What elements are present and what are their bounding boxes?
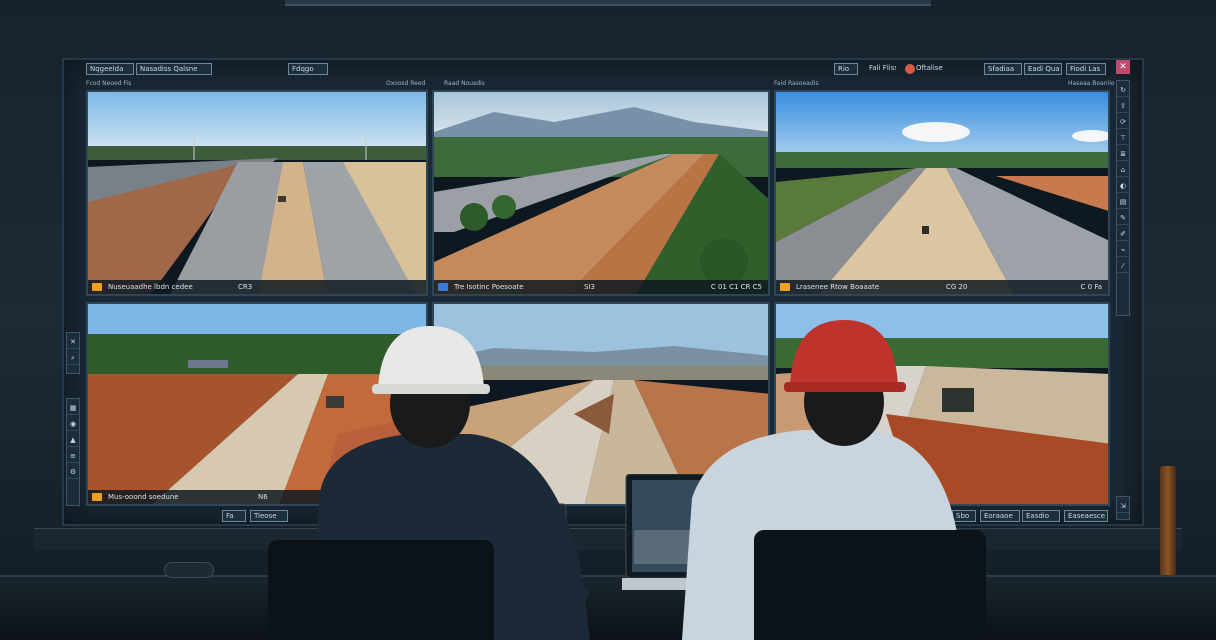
feed-title: Tre Isotinc Poesoate: [454, 283, 524, 291]
bottom-button[interactable]: Eoraaoe: [980, 510, 1020, 522]
camera-icon: [92, 283, 102, 291]
video-wall-toolbar: Nqgeelda Nasadiss Qalsne Fdqgo Rio Fali …: [84, 60, 1114, 78]
camera-icon: [780, 283, 790, 291]
feed-time: N6: [258, 493, 268, 501]
column-label: Faid Rasoeadis: [774, 80, 819, 87]
feed-status: C 0 Fa: [1080, 283, 1102, 291]
feed-title: Mus-ooond soedune: [108, 493, 179, 501]
feed-title: Lrasenee Rtow Boaaate: [796, 283, 880, 291]
toolbar-button[interactable]: Rio: [834, 63, 858, 75]
toolbar-button[interactable]: Fdqgo: [288, 63, 328, 75]
bottom-button[interactable]: Easdio: [1022, 510, 1060, 522]
feed-caption: Tre Isotinc Poesoate SI3 C 01 C1 CR C5: [434, 280, 768, 294]
toolbar-button[interactable]: Fiodi Las: [1066, 63, 1106, 75]
control-room: Nqgeelda Nasadiss Qalsne Fdqgo Rio Fali …: [0, 0, 1216, 640]
layers-icon[interactable]: ≣: [1117, 147, 1129, 161]
chair-left: [268, 540, 494, 640]
feed-caption: Nuseuaadhe lbdn cedee CR3: [88, 280, 426, 294]
doc-icon[interactable]: ▤: [1117, 195, 1129, 209]
signal-icon[interactable]: ⌁: [1117, 243, 1129, 257]
zoom-tool-icon[interactable]: ⌕: [67, 351, 79, 365]
right-toolbar: ↻ ⇧ ⟳ ⊤ ≣ ⌂ ◐ ▤ ✎ ✐ ⌁ ⁄: [1116, 80, 1130, 316]
ruler-icon[interactable]: ⊤: [1117, 131, 1129, 145]
camera-icon: [92, 493, 102, 501]
close-icon[interactable]: ✕: [1116, 60, 1130, 74]
camera-icon: [438, 283, 448, 291]
feed-time: CG 20: [946, 283, 968, 291]
feed-time: CR3: [238, 283, 253, 291]
monitor-shelf: [34, 528, 1182, 550]
water-bottle: [1160, 466, 1176, 576]
rotate-icon[interactable]: ⟳: [1117, 115, 1129, 129]
left-toolbar-lower: ▦ ◉ ▲ ≡ ⚙: [66, 398, 80, 506]
column-label: Haseaa Boaniio: [1068, 80, 1115, 87]
layer-tool-icon[interactable]: ≡: [67, 449, 79, 463]
gauge-icon[interactable]: ◐: [1117, 179, 1129, 193]
toolbar-button[interactable]: Eadi Qua: [1024, 63, 1062, 75]
marker-tool-icon[interactable]: ▲: [67, 433, 79, 447]
grid-tool-icon[interactable]: ▦: [67, 401, 79, 415]
bottom-button[interactable]: Easeaesce: [1064, 510, 1108, 522]
pen-icon[interactable]: ✐: [1117, 227, 1129, 241]
camera-feed-1[interactable]: Nuseuaadhe lbdn cedee CR3: [86, 90, 428, 296]
feed-caption: Lrasenee Rtow Boaaate CG 20 C 0 Fa: [776, 280, 1108, 294]
mouse: [164, 562, 214, 578]
refresh-icon[interactable]: ↻: [1117, 83, 1129, 97]
bottom-button[interactable]: Tieose: [250, 510, 288, 522]
edit-icon[interactable]: ✎: [1117, 211, 1129, 225]
camera-feed-2[interactable]: Tre Isotinc Poesoate SI3 C 01 C1 CR C5: [432, 90, 770, 296]
settings-tool-icon[interactable]: ⚙: [67, 465, 79, 479]
upload-icon[interactable]: ⇧: [1117, 99, 1129, 113]
construction-site-image: [776, 92, 1108, 294]
bottom-button[interactable]: Fa: [222, 510, 246, 522]
toolbar-button[interactable]: Sfadiaa: [984, 63, 1022, 75]
tag-icon[interactable]: ⌂: [1117, 163, 1129, 177]
toolbar-button[interactable]: Nasadiss Qalsne: [136, 63, 212, 75]
column-label: Fcod Neoed Fis: [86, 80, 132, 87]
camera-tool-icon[interactable]: ◉: [67, 417, 79, 431]
record-icon: [905, 64, 915, 74]
chair-right: [754, 530, 986, 640]
column-label: Oxoosd Reed: [386, 80, 426, 87]
feed-status: C 01 C1 CR C5: [710, 283, 762, 291]
feed-title: Nuseuaadhe lbdn cedee: [108, 283, 193, 291]
camera-feed-3[interactable]: Lrasenee Rtow Boaaate CG 20 C 0 Fa: [774, 90, 1110, 296]
toolbar-button[interactable]: Nqgeelda: [86, 63, 134, 75]
construction-site-image: [88, 92, 426, 294]
left-toolbar: ✕ ⌕: [66, 332, 80, 374]
feed-time: SI3: [584, 283, 595, 291]
desk: [0, 575, 1216, 640]
ceiling-light: [285, 0, 931, 6]
construction-site-image: [434, 92, 768, 294]
toolbar-label: Fali Fliss: [869, 64, 896, 72]
column-label: Raad Nousdis: [444, 80, 485, 87]
pan-tool-icon[interactable]: ✕: [67, 335, 79, 349]
brush-icon[interactable]: ⁄: [1117, 259, 1129, 273]
